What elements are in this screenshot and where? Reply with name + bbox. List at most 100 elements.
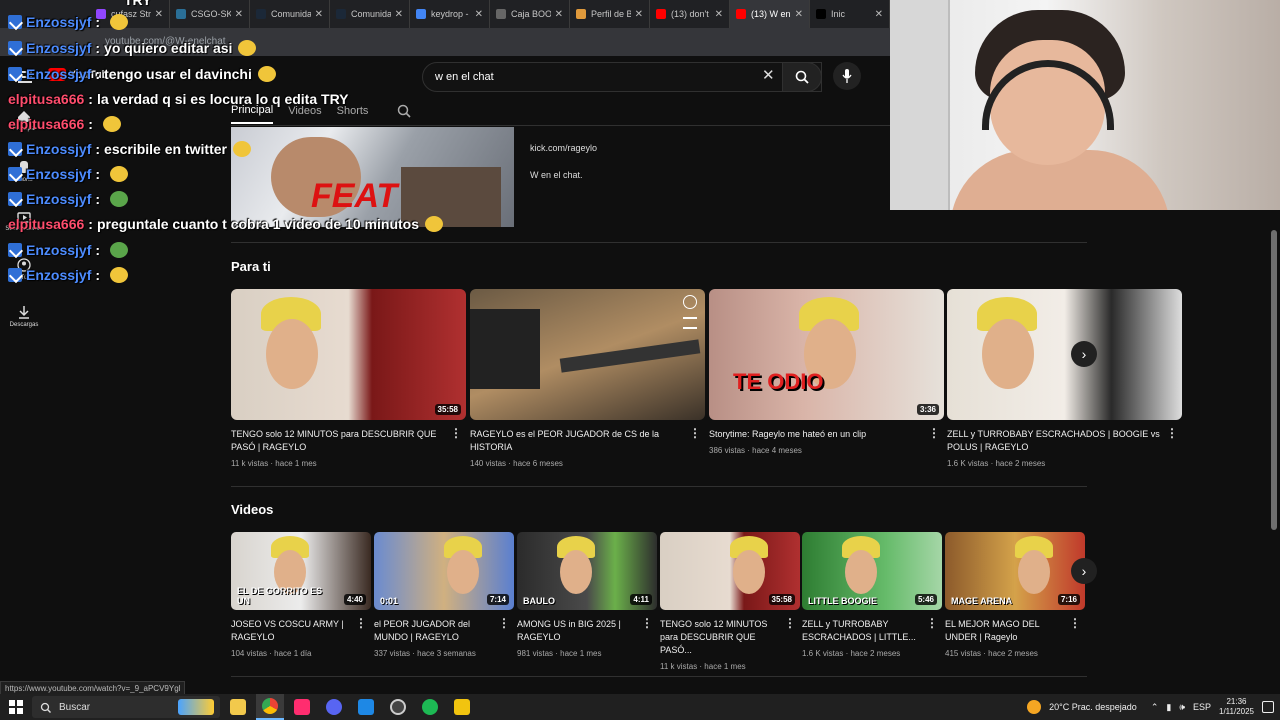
tab-close-icon[interactable]: ✕ [315, 9, 323, 20]
rail-item-descargas[interactable]: Descargas [4, 305, 44, 328]
browser-tab[interactable]: Inic ✕ [810, 0, 890, 28]
kick-badge-icon [8, 243, 22, 257]
clear-search-icon[interactable]: ✕ [762, 66, 775, 84]
chevron-up-icon[interactable]: ⌃ [1151, 702, 1159, 713]
app-icon[interactable] [352, 694, 380, 720]
video-thumbnail[interactable]: MAGE ARENA 7:16 [945, 532, 1085, 610]
obs-icon[interactable] [384, 694, 412, 720]
start-button[interactable] [0, 694, 32, 720]
file-explorer-icon[interactable] [224, 694, 252, 720]
page-scrollbar[interactable] [1271, 230, 1277, 530]
video-thumbnail[interactable]: 0:01 7:14 [374, 532, 514, 610]
video-card[interactable]: RAGEYLO es el PEOR JUGADOR de CS de la H… [470, 289, 705, 468]
tab-close-icon[interactable]: ✕ [395, 9, 403, 20]
video-title[interactable]: AMONG US in BIG 2025 | RAGEYLO [517, 618, 657, 644]
tab-close-icon[interactable]: ✕ [795, 9, 803, 20]
video-meta: 981 vistas · hace 1 mes [517, 649, 602, 658]
videos-divider [231, 676, 1087, 677]
more-options-icon[interactable]: ⋮ [641, 616, 653, 630]
chrome-icon[interactable] [256, 694, 284, 720]
video-title[interactable]: ZELL y TURROBABY ESCRACHADOS | LITTLE... [802, 618, 942, 644]
more-options-icon[interactable]: ⋮ [498, 616, 510, 630]
tiktok-icon[interactable] [288, 694, 316, 720]
search-button[interactable] [782, 62, 822, 92]
more-options-icon[interactable]: ⋮ [784, 616, 796, 630]
video-card[interactable]: MAGE ARENA 7:16 EL MEJOR MAGO DEL UNDER |… [945, 532, 1085, 658]
tab-close-icon[interactable]: ✕ [715, 9, 723, 20]
video-meta: 11 k vistas · hace 1 mes [660, 662, 746, 671]
more-options-icon[interactable]: ⋮ [1166, 426, 1178, 440]
tab-close-icon[interactable]: ✕ [155, 9, 163, 20]
video-title[interactable]: Storytime: Rageylo me hateó en un clip [709, 428, 944, 441]
video-title[interactable]: ZELL y TURROBABY ESCRACHADOS | BOOGIE vs… [947, 428, 1182, 454]
featured-video-thumbnail[interactable]: FEAT [231, 127, 514, 227]
video-title[interactable]: JOSEO VS COSCU ARMY | RAGEYLO [231, 618, 371, 644]
video-thumbnail[interactable]: EL DE GORRITO ES UN 4:40 [231, 532, 371, 610]
tab-close-icon[interactable]: ✕ [235, 9, 243, 20]
video-duration: 5:46 [914, 594, 937, 605]
featured-link[interactable]: kick.com/rageylo [530, 143, 597, 153]
tab-videos[interactable]: Videos [288, 105, 321, 123]
more-options-icon[interactable]: ⋮ [928, 426, 940, 440]
search-highlight-icon [178, 699, 214, 715]
clock[interactable]: 21:36 1/11/2025 [1219, 697, 1254, 717]
video-thumbnail[interactable]: TE ODIO 3:36 [709, 289, 944, 420]
tab-close-icon[interactable]: ✕ [475, 9, 483, 20]
more-options-icon[interactable]: ⋮ [450, 426, 462, 440]
video-thumbnail[interactable] [947, 289, 1182, 420]
notification-icon[interactable] [1262, 701, 1274, 713]
kick-icon[interactable] [448, 694, 476, 720]
video-thumbnail[interactable]: BAULO 4:11 [517, 532, 657, 610]
video-card[interactable]: 35:58 TENGO solo 12 MINUTOS para DESCUBR… [660, 532, 800, 671]
tab-close-icon[interactable]: ✕ [875, 9, 883, 20]
video-title[interactable]: TENGO solo 12 MINUTOS para DESCUBRIR QUE… [660, 618, 800, 657]
tab-close-icon[interactable]: ✕ [555, 9, 563, 20]
volume-icon[interactable]: 🕪 [1179, 702, 1185, 713]
browser-tab[interactable]: Perfil de Bo ✕ [570, 0, 650, 28]
tab-close-icon[interactable]: ✕ [635, 9, 643, 20]
videos-next-button[interactable]: › [1071, 558, 1097, 584]
channel-search-icon[interactable] [397, 104, 411, 118]
video-card[interactable]: BAULO 4:11 AMONG US in BIG 2025 | RAGEYLO… [517, 532, 657, 658]
tab-shorts[interactable]: Shorts [337, 105, 369, 123]
video-card[interactable]: LITTLE BOOGIE 5:46 ZELL y TURROBABY ESCRA… [802, 532, 942, 658]
voice-search-button[interactable] [833, 62, 861, 90]
browser-tab[interactable]: Caja BOO Y ✕ [490, 0, 570, 28]
more-options-icon[interactable]: ⋮ [689, 426, 701, 440]
chat-text: preguntale cuanto t cobra 1 video de 10 … [96, 216, 419, 232]
video-title[interactable]: TENGO solo 12 MINUTOS para DESCUBRIR QUE… [231, 428, 466, 454]
para-ti-next-button[interactable]: › [1071, 341, 1097, 367]
language-indicator[interactable]: ESP [1193, 702, 1211, 712]
discord-icon[interactable] [320, 694, 348, 720]
more-options-icon[interactable]: ⋮ [926, 616, 938, 630]
video-card[interactable]: EL DE GORRITO ES UN 4:40 JOSEO VS COSCU A… [231, 532, 371, 658]
video-thumbnail[interactable] [470, 289, 705, 420]
video-thumbnail[interactable]: LITTLE BOOGIE 5:46 [802, 532, 942, 610]
browser-tab[interactable]: (13) don't to ✕ [650, 0, 730, 28]
video-thumbnail[interactable]: 35:58 [660, 532, 800, 610]
video-title[interactable]: RAGEYLO es el PEOR JUGADOR de CS de la H… [470, 428, 705, 454]
network-icon[interactable]: ▮ [1166, 702, 1171, 713]
browser-tab[interactable]: (13) W en el ✕ [730, 0, 810, 28]
watch-later-icon[interactable] [683, 295, 697, 309]
tab-title: Perfil de Bo [591, 9, 631, 19]
video-card[interactable]: TE ODIO 3:36 Storytime: Rageylo me hateó … [709, 289, 944, 455]
browser-tab[interactable]: Comunidad ✕ [330, 0, 410, 28]
video-card[interactable]: 35:58 TENGO solo 12 MINUTOS para DESCUBR… [231, 289, 466, 468]
video-title[interactable]: EL MEJOR MAGO DEL UNDER | Rageylo [945, 618, 1085, 644]
browser-tab[interactable]: CSGO-SKINS ✕ [170, 0, 250, 28]
taskbar-search[interactable]: Buscar [32, 696, 220, 718]
video-thumbnail[interactable]: 35:58 [231, 289, 466, 420]
more-options-icon[interactable]: ⋮ [355, 616, 367, 630]
tab-principal[interactable]: Principal [231, 104, 274, 124]
spotify-icon[interactable] [416, 694, 444, 720]
chat-username: Enzossjyf [26, 141, 92, 157]
video-card[interactable]: ZELL y TURROBABY ESCRACHADOS | BOOGIE vs… [947, 289, 1182, 468]
browser-tab[interactable]: keydrop - B ✕ [410, 0, 490, 28]
add-to-queue-icon[interactable] [683, 317, 697, 329]
video-title[interactable]: el PEOR JUGADOR del MUNDO | RAGEYLO [374, 618, 514, 644]
more-options-icon[interactable]: ⋮ [1069, 616, 1081, 630]
browser-tab[interactable]: Comunidad ✕ [250, 0, 330, 28]
video-card[interactable]: 0:01 7:14 el PEOR JUGADOR del MUNDO | RAG… [374, 532, 514, 658]
weather-text[interactable]: 20°C Prac. despejado [1049, 702, 1137, 712]
